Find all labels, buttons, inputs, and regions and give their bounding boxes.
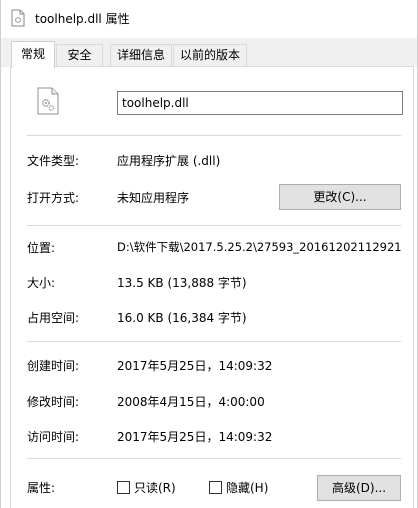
readonly-checkbox-box[interactable] <box>117 481 130 494</box>
hidden-checkbox[interactable]: 隐藏(H) <box>209 479 268 496</box>
opens-with-value: 未知应用程序 <box>117 191 190 205</box>
accessed-value: 2017年5月25日，14:09:32 <box>117 430 273 444</box>
tab-strip: 常规 安全 详细信息 以前的版本 <box>1 38 417 68</box>
size-label: 大小: <box>27 276 56 290</box>
created-value: 2017年5月25日，14:09:32 <box>117 359 273 373</box>
separator <box>27 458 401 459</box>
file-type-label: 文件类型: <box>27 154 80 168</box>
dll-file-icon <box>11 9 25 27</box>
file-name-field[interactable] <box>117 91 403 115</box>
opens-with-label: 打开方式: <box>27 191 80 205</box>
tab-details[interactable]: 详细信息 <box>110 44 172 67</box>
tab-previous-versions[interactable]: 以前的版本 <box>173 44 247 67</box>
modified-label: 修改时间: <box>27 395 80 409</box>
location-value: D:\软件下载\2017.5.25.2\27593_20161202112921 <box>117 240 402 254</box>
modified-value: 2008年4月15日，4:00:00 <box>117 395 265 409</box>
advanced-button[interactable]: 高级(D)... <box>317 475 401 501</box>
accessed-label: 访问时间: <box>27 430 80 444</box>
size-on-disk-value: 16.0 KB (16,384 字节) <box>117 311 247 325</box>
separator <box>27 135 401 136</box>
file-type-value: 应用程序扩展 (.dll) <box>117 154 221 168</box>
hidden-label: 隐藏(H) <box>226 481 269 495</box>
window-title: toolhelp.dll 属性 <box>35 12 130 26</box>
location-label: 位置: <box>27 241 56 255</box>
tab-security[interactable]: 安全 <box>56 44 103 67</box>
size-on-disk-label: 占用空间: <box>27 311 80 325</box>
separator <box>27 225 401 226</box>
separator <box>27 341 401 342</box>
properties-dialog: toolhelp.dll 属性 常规 安全 详细信息 以前的版本 文件类型: 应… <box>0 0 418 508</box>
dll-gear-icon <box>37 87 59 115</box>
change-button[interactable]: 更改(C)... <box>279 184 401 210</box>
attributes-label: 属性: <box>27 481 56 495</box>
tab-general[interactable]: 常规 <box>11 41 55 68</box>
readonly-checkbox[interactable]: 只读(R) <box>117 479 176 496</box>
hidden-checkbox-box[interactable] <box>209 481 222 494</box>
created-label: 创建时间: <box>27 359 80 373</box>
title-bar[interactable]: toolhelp.dll 属性 <box>1 0 417 38</box>
readonly-label: 只读(R) <box>134 481 176 495</box>
general-tab-panel: 文件类型: 应用程序扩展 (.dll) 打开方式: 未知应用程序 更改(C)..… <box>10 66 414 508</box>
size-value: 13.5 KB (13,888 字节) <box>117 276 247 290</box>
